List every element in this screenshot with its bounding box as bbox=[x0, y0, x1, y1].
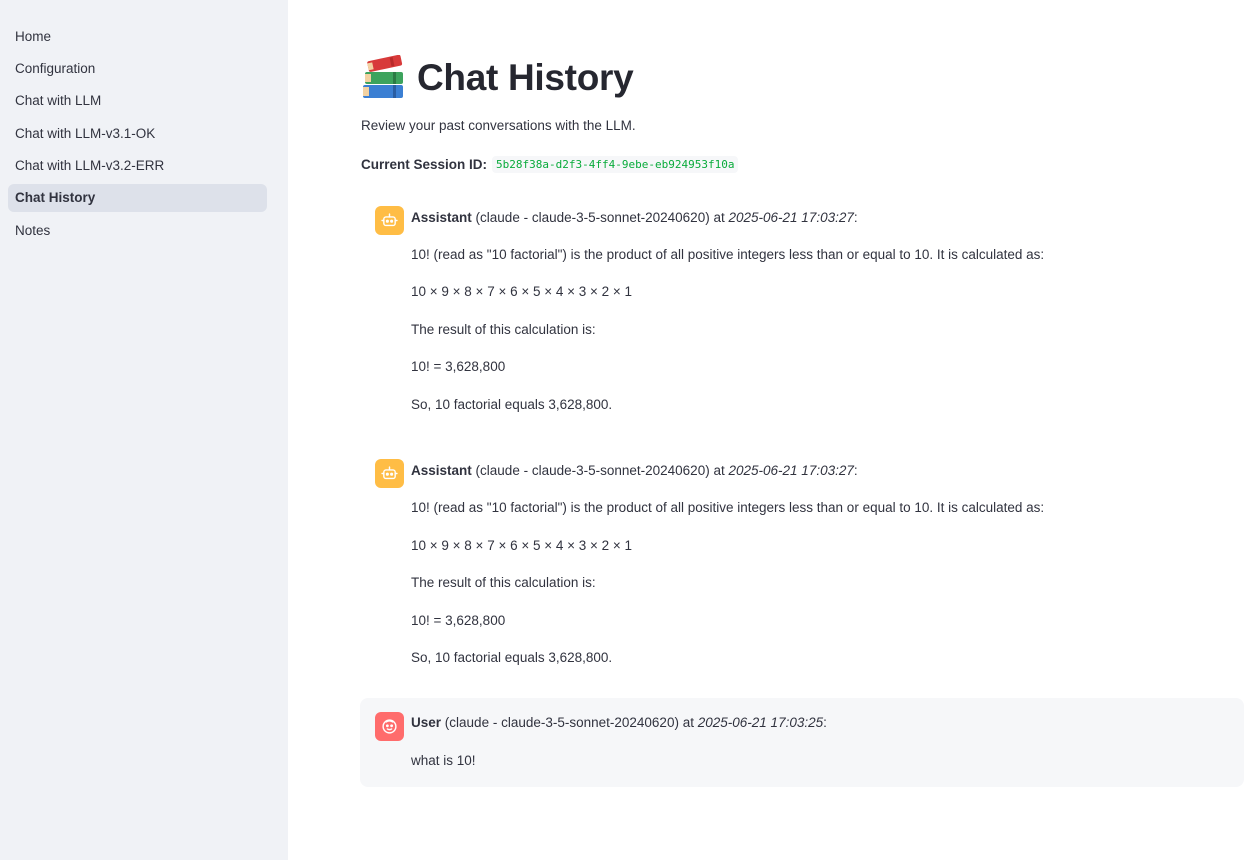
sidebar-item-chat-with-llm-v3-2-err[interactable]: Chat with LLM-v3.2-ERR bbox=[8, 152, 267, 180]
sidebar-item-label: Chat with LLM-v3.1-OK bbox=[15, 125, 156, 141]
sidebar-item-label: Notes bbox=[15, 222, 51, 238]
message-text: 10 × 9 × 8 × 7 × 6 × 5 × 4 × 3 × 2 × 1 bbox=[411, 284, 633, 299]
sidebar-item-chat-history[interactable]: Chat History bbox=[8, 183, 267, 212]
sidebar-item-label: Home bbox=[15, 28, 52, 44]
session-info: Current Session ID: 5b28f38a-d2f3-4ff4-9… bbox=[361, 156, 739, 173]
sidebar-item-label: Chat History bbox=[15, 190, 96, 206]
chat-message-assistant: Assistant (claude - claude-3-5-sonnet-20… bbox=[360, 452, 1244, 682]
books-icon bbox=[363, 55, 403, 98]
message-text: 10 × 9 × 8 × 7 × 6 × 5 × 4 × 3 × 2 × 1 bbox=[411, 538, 633, 553]
sidebar-item-home[interactable]: Home bbox=[8, 22, 267, 50]
message-text: So, 10 factorial equals 3,628,800. bbox=[411, 397, 613, 412]
message-header: Assistant (claude - claude-3-5-sonnet-20… bbox=[411, 463, 858, 478]
sidebar-item-label: Chat with LLM bbox=[15, 93, 102, 109]
message-header: User (claude - claude-3-5-sonnet-2024062… bbox=[411, 715, 827, 730]
robot-icon bbox=[375, 459, 404, 488]
message-text: The result of this calculation is: bbox=[411, 322, 596, 337]
message-header: Assistant (claude - claude-3-5-sonnet-20… bbox=[411, 210, 858, 225]
sidebar: Home Configuration Chat with LLM Chat wi… bbox=[0, 0, 288, 860]
message-text: The result of this calculation is: bbox=[411, 575, 596, 590]
message-text: 10! = 3,628,800 bbox=[411, 359, 506, 374]
sidebar-item-notes[interactable]: Notes bbox=[8, 216, 267, 244]
page-title: Chat History bbox=[360, 54, 634, 102]
face-icon bbox=[375, 712, 404, 741]
sidebar-item-chat-with-llm[interactable]: Chat with LLM bbox=[8, 87, 267, 115]
message-text: 10! (read as "10 factorial") is the prod… bbox=[411, 247, 1045, 262]
session-id: 5b28f38a-d2f3-4ff4-9ebe-eb924953f10a bbox=[492, 156, 739, 173]
page-title-text: Chat History bbox=[417, 57, 634, 98]
session-label: Current Session ID: bbox=[361, 157, 488, 172]
sidebar-item-label: Configuration bbox=[15, 60, 96, 76]
chat-message-assistant: Assistant (claude - claude-3-5-sonnet-20… bbox=[360, 199, 1244, 429]
sidebar-item-configuration[interactable]: Configuration bbox=[8, 54, 267, 82]
sidebar-item-label: Chat with LLM-v3.2-ERR bbox=[15, 158, 165, 174]
sidebar-nav: Home Configuration Chat with LLM Chat wi… bbox=[8, 22, 267, 249]
message-text: So, 10 factorial equals 3,628,800. bbox=[411, 650, 613, 665]
robot-icon bbox=[375, 206, 404, 235]
chat-message-user: User (claude - claude-3-5-sonnet-2024062… bbox=[360, 698, 1244, 787]
message-text: what is 10! bbox=[411, 753, 476, 768]
sidebar-item-chat-with-llm-v3-1-ok[interactable]: Chat with LLM-v3.1-OK bbox=[8, 119, 267, 147]
message-text: 10! = 3,628,800 bbox=[411, 613, 506, 628]
message-text: 10! (read as "10 factorial") is the prod… bbox=[411, 500, 1045, 515]
page-subtitle: Review your past conversations with the … bbox=[361, 118, 636, 133]
main-content: Chat History Review your past conversati… bbox=[288, 0, 1244, 860]
